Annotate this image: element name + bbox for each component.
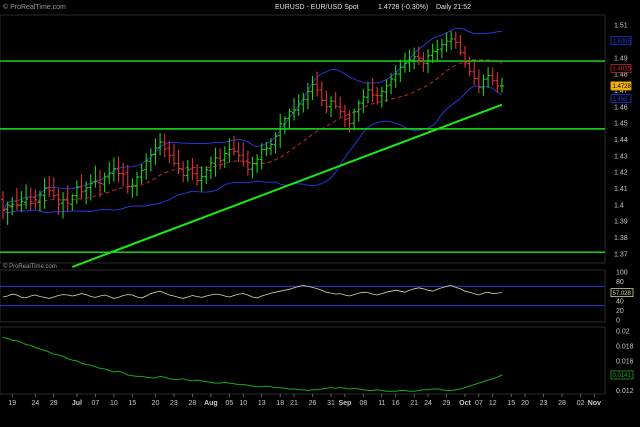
x-tick-label: 15 (507, 400, 515, 407)
chart-title-quote: 1.4728 (-0.30%) (378, 4, 428, 11)
lower-value-tag: 0.0141 (610, 370, 634, 380)
price-panel (0, 14, 606, 264)
price-tag-value: 1.4728 (613, 84, 632, 90)
x-tick-label: Oct (459, 400, 471, 407)
chart: © ProRealTime.com EURUSD - EUR/USD Spot … (0, 3, 634, 407)
x-tick-label: 21 (290, 400, 298, 407)
oscillator-tick-label: 20 (616, 308, 624, 315)
price-tick-label: 1.37 (614, 251, 628, 258)
x-tick-label: 07 (92, 400, 100, 407)
x-tick-label: 28 (558, 400, 566, 407)
price-tag: 1.465 (610, 94, 632, 104)
x-tick-label: 21 (410, 400, 418, 407)
price-tag: 1.5005 (610, 36, 632, 46)
x-tick-label: 10 (239, 400, 247, 407)
price-tag-value: 1.4835 (613, 67, 632, 73)
x-tick-label: 11 (378, 400, 385, 407)
x-tick-label: Sep (338, 400, 351, 407)
lower-tick-label: 0.018 (616, 344, 634, 351)
x-tick-label: 23 (540, 400, 548, 407)
x-tick-label: Jul (72, 400, 82, 407)
x-tick-label: 20 (152, 400, 160, 407)
oscillator-value-tag: 57.028 (610, 288, 634, 298)
watermark-label: © ProRealTime.com (3, 263, 57, 270)
x-tick-label: 24 (31, 400, 39, 407)
lower-tick-label: 0.02 (616, 329, 630, 336)
x-tick-label: Nov (588, 400, 601, 407)
x-tick-label: 19 (8, 400, 16, 407)
price-tick-label: 1.51 (614, 23, 628, 30)
price-tag: 1.4728 (610, 81, 632, 91)
x-tick-label: 29 (443, 400, 451, 407)
x-tick-label: 16 (392, 400, 400, 407)
price-tick-label: 1.45 (614, 121, 628, 128)
price-tick-label: 1.44 (614, 137, 628, 144)
price-tag-value: 1.465 (613, 97, 629, 103)
price-tick-label: 1.4 (614, 202, 624, 209)
x-tick-label: 31 (327, 400, 335, 407)
oscillator-tick-label: 0 (616, 318, 620, 325)
price-tag-value: 1.5005 (613, 39, 632, 45)
x-tick-label: 08 (359, 400, 367, 407)
price-tick-label: 1.46 (614, 104, 628, 111)
chart-title-symbol: EURUSD - EUR/USD Spot (275, 4, 359, 11)
brand-label: © ProRealTime.com (3, 3, 66, 11)
x-tick-label: 15 (128, 400, 136, 407)
oscillator-tick-label: 100 (616, 270, 628, 277)
price-tick-label: 1.38 (614, 235, 628, 242)
lower-panel (0, 326, 606, 395)
x-tick-label: 29 (50, 400, 58, 407)
x-tick-label: 24 (424, 400, 432, 407)
chart-title-period: Daily 21:52 (436, 4, 471, 11)
x-tick-label: 02 (577, 400, 585, 407)
lower-last-value: 0.0141 (613, 373, 632, 379)
price-tag: 1.4835 (610, 64, 632, 73)
oscillator-last-value: 57.028 (613, 291, 632, 297)
x-tick-label: 12 (489, 400, 497, 407)
x-tick-label: 18 (276, 400, 284, 407)
x-tick-label: 13 (258, 400, 266, 407)
price-tick-label: 1.49 (614, 55, 628, 62)
lower-tick-label: 0.016 (616, 358, 634, 365)
oscillator-panel (0, 269, 606, 323)
oscillator-tick-label: 80 (616, 279, 624, 286)
x-tick-label: 28 (189, 400, 197, 407)
x-tick-label: 26 (309, 400, 317, 407)
x-tick-label: 05 (225, 400, 233, 407)
x-tick-label: 07 (475, 400, 483, 407)
x-tick-label: 20 (521, 400, 529, 407)
x-tick-label: Aug (204, 400, 218, 407)
x-tick-label: 23 (170, 400, 178, 407)
price-tick-label: 1.43 (614, 153, 628, 160)
price-tick-label: 1.41 (614, 186, 628, 193)
price-tick-label: 1.39 (614, 219, 628, 226)
price-tick-label: 1.42 (614, 170, 628, 177)
oscillator-tick-label: 40 (616, 298, 624, 305)
x-tick-label: 10 (110, 400, 118, 407)
lower-tick-label: 0.012 (616, 388, 634, 395)
